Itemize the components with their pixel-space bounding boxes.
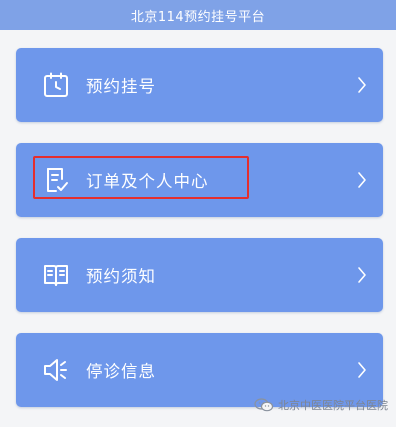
chevron-right-icon xyxy=(357,76,367,94)
appointment-button[interactable]: 预约挂号 xyxy=(16,48,383,122)
appointment-notice-label: 预约须知 xyxy=(86,267,156,286)
appointment-notice-button[interactable]: 预约须知 xyxy=(16,238,383,312)
order-center-button[interactable]: 订单及个人中心 xyxy=(16,143,383,217)
order-center-label: 订单及个人中心 xyxy=(86,172,209,191)
watermark: 北京中医医院平台医院 xyxy=(254,397,388,413)
wechat-icon xyxy=(254,398,274,412)
suspension-info-button[interactable]: 停诊信息 xyxy=(16,333,383,407)
watermark-text: 北京中医医院平台医院 xyxy=(278,399,388,412)
chevron-right-icon xyxy=(357,266,367,284)
speaker-icon xyxy=(42,356,70,384)
suspension-info-label: 停诊信息 xyxy=(86,362,156,381)
banner-title: 北京114预约挂号平台 xyxy=(130,9,266,25)
order-document-icon xyxy=(42,166,70,194)
open-book-icon xyxy=(42,261,70,289)
chevron-right-icon xyxy=(357,361,367,379)
chevron-right-icon xyxy=(357,171,367,189)
top-banner: 北京114预约挂号平台 xyxy=(0,0,396,30)
appointment-label: 预约挂号 xyxy=(86,77,156,96)
calendar-clock-icon xyxy=(42,71,70,99)
